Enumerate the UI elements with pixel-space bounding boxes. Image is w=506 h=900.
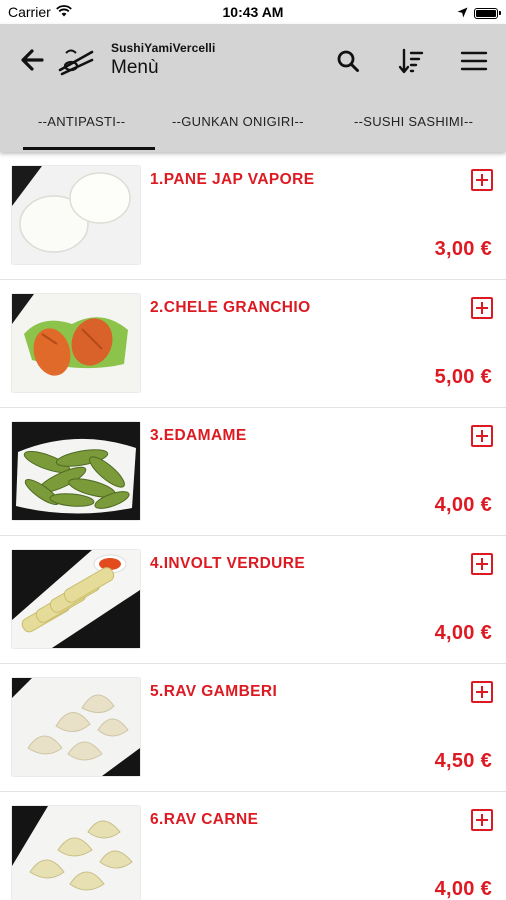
status-time: 10:43 AM [222, 4, 284, 20]
page-title: Menù [111, 57, 159, 78]
selected-tab-indicator [23, 147, 155, 150]
app-name: SushiYamiVercelli [111, 41, 216, 55]
add-to-cart-icon[interactable] [471, 553, 493, 575]
menu-item[interactable]: 6.RAV CARNE 4,00 € [0, 792, 506, 900]
item-image-pane-vapore [12, 166, 140, 264]
item-image-chele-granchio [12, 294, 140, 392]
app-header: SushiYamiVercelli Menù --ANTIPASTI-- --G… [0, 24, 506, 152]
add-to-cart-icon[interactable] [471, 681, 493, 703]
menu-item[interactable]: 2.CHELE GRANCHIO 5,00 € [0, 280, 506, 408]
battery-icon [474, 7, 501, 19]
menu-item[interactable]: 4.INVOLT VERDURE 4,00 € [0, 536, 506, 664]
add-to-cart-icon[interactable] [471, 297, 493, 319]
add-to-cart-icon[interactable] [471, 425, 493, 447]
item-image-rav-gamberi [12, 678, 140, 776]
item-price: 5,00 € [434, 366, 492, 388]
status-right [457, 5, 501, 21]
sort-icon[interactable] [396, 46, 426, 76]
add-to-cart-icon[interactable] [471, 169, 493, 191]
item-image-involt-verdure [12, 550, 140, 648]
item-image-edamame [12, 422, 140, 520]
item-name: 5.RAV GAMBERI [150, 683, 278, 700]
item-image-rav-carne [12, 806, 140, 900]
search-icon[interactable] [333, 46, 363, 76]
menu-item[interactable]: 5.RAV GAMBERI 4,50 € [0, 664, 506, 792]
toolbar: SushiYamiVercelli Menù [0, 24, 506, 96]
item-name: 4.INVOLT VERDURE [150, 555, 306, 572]
item-price: 4,00 € [434, 878, 492, 900]
item-name: 2.CHELE GRANCHIO [150, 299, 311, 316]
add-to-cart-icon[interactable] [471, 809, 493, 831]
menu-item[interactable]: 3.EDAMAME 4,00 € [0, 408, 506, 536]
tab-sushi-sashimi[interactable]: --SUSHI SASHIMI-- [354, 114, 473, 129]
menu-item[interactable]: 1.PANE JAP VAPORE 3,00 € [0, 152, 506, 280]
item-name: 1.PANE JAP VAPORE [150, 171, 315, 188]
tab-gunkan-onigiri[interactable]: --GUNKAN ONIGIRI-- [172, 114, 304, 129]
item-name: 6.RAV CARNE [150, 811, 259, 828]
header-title: SushiYamiVercelli Menù [111, 41, 215, 79]
chopsticks-logo-icon [58, 46, 94, 76]
item-price: 4,00 € [434, 494, 492, 516]
item-name: 3.EDAMAME [150, 427, 247, 444]
menu-list: 1.PANE JAP VAPORE 3,00 € 2.CHELE GRANCHI… [0, 152, 506, 900]
category-tabs: --ANTIPASTI-- --GUNKAN ONIGIRI-- --SUSHI… [0, 96, 506, 152]
item-price: 4,00 € [434, 622, 492, 644]
status-bar: Carrier 10:43 AM [0, 0, 506, 24]
item-price: 3,00 € [434, 238, 492, 260]
back-arrow-icon[interactable] [18, 46, 46, 74]
tab-antipasti[interactable]: --ANTIPASTI-- [38, 114, 125, 129]
hamburger-menu-icon[interactable] [459, 46, 489, 76]
item-price: 4,50 € [434, 750, 492, 772]
location-arrow-icon [457, 5, 468, 21]
